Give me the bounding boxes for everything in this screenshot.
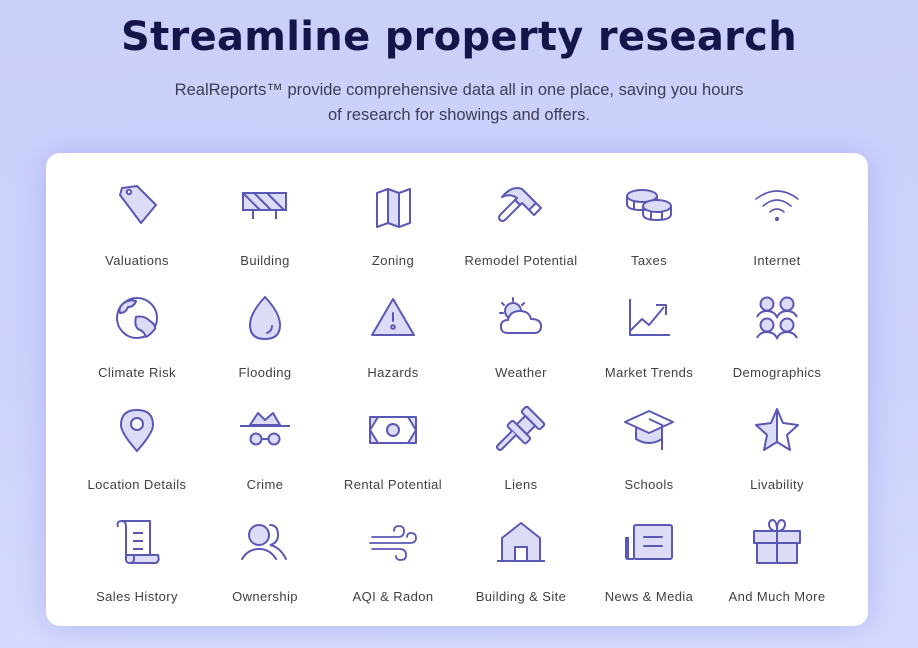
wifi-icon [750, 179, 804, 233]
feature-label: Building [240, 253, 290, 268]
feature-aqi-radon[interactable]: AQI & Radon [329, 507, 457, 619]
feature-label: Hazards [367, 365, 419, 380]
globe-icon [110, 291, 164, 345]
incognito-icon [238, 403, 292, 457]
feature-label: Climate Risk [98, 365, 176, 380]
feature-label: Location Details [87, 477, 187, 492]
feature-label: Market Trends [604, 365, 694, 380]
sun-cloud-icon [494, 291, 548, 345]
feature-crime[interactable]: Crime [201, 395, 329, 507]
feature-label: Livability [750, 477, 804, 492]
warning-triangle-icon [366, 291, 420, 345]
feature-label: AQI & Radon [352, 589, 434, 604]
users-icon [238, 515, 292, 569]
feature-label: Weather [495, 365, 547, 380]
feature-weather[interactable]: Weather [457, 283, 585, 395]
feature-label: Zoning [371, 253, 415, 268]
house-icon [494, 515, 548, 569]
feature-building[interactable]: Building [201, 171, 329, 283]
coins-icon [622, 179, 676, 233]
feature-building-site[interactable]: Building & Site [457, 507, 585, 619]
feature-label: News & Media [604, 589, 694, 604]
page-title: Streamline property research [121, 14, 797, 60]
feature-label: Sales History [96, 589, 178, 604]
feature-flooding[interactable]: Flooding [201, 283, 329, 395]
feature-label: Crime [246, 477, 284, 492]
features-grid: Valuations Building Zoning Remodel Poten… [73, 171, 841, 619]
water-drop-icon [238, 291, 292, 345]
feature-climate-risk[interactable]: Climate Risk [73, 283, 201, 395]
feature-and-much-more[interactable]: And Much More [713, 507, 841, 619]
feature-zoning[interactable]: Zoning [329, 171, 457, 283]
wind-icon [366, 515, 420, 569]
feature-label: Valuations [105, 253, 169, 268]
feature-taxes[interactable]: Taxes [585, 171, 713, 283]
people-group-icon [750, 291, 804, 345]
feature-livability[interactable]: Livability [713, 395, 841, 507]
feature-location-details[interactable]: Location Details [73, 395, 201, 507]
feature-label: Internet [753, 253, 801, 268]
feature-label: Ownership [232, 589, 298, 604]
feature-label: Remodel Potential [464, 253, 578, 268]
feature-rental-potential[interactable]: Rental Potential [329, 395, 457, 507]
feature-ownership[interactable]: Ownership [201, 507, 329, 619]
feature-label: Building & Site [475, 589, 567, 604]
feature-label: Liens [504, 477, 538, 492]
feature-hazards[interactable]: Hazards [329, 283, 457, 395]
feature-schools[interactable]: Schools [585, 395, 713, 507]
feature-label: Schools [624, 477, 674, 492]
star-icon [750, 403, 804, 457]
page-subtitle: RealReports™ provide comprehensive data … [174, 81, 744, 124]
price-tag-icon [110, 179, 164, 233]
graduation-cap-icon [622, 403, 676, 457]
map-pin-icon [110, 403, 164, 457]
feature-label: Flooding [238, 365, 292, 380]
feature-news-media[interactable]: News & Media [585, 507, 713, 619]
feature-label: Taxes [631, 253, 667, 268]
feature-internet[interactable]: Internet [713, 171, 841, 283]
feature-sales-history[interactable]: Sales History [73, 507, 201, 619]
money-bill-icon [366, 403, 420, 457]
feature-remodel-potential[interactable]: Remodel Potential [457, 171, 585, 283]
feature-label: And Much More [728, 589, 826, 604]
feature-label: Rental Potential [343, 477, 443, 492]
features-card: Valuations Building Zoning Remodel Poten… [46, 153, 868, 626]
scroll-icon [110, 515, 164, 569]
feature-liens[interactable]: Liens [457, 395, 585, 507]
hammer-icon [494, 179, 548, 233]
newspaper-icon [622, 515, 676, 569]
trend-chart-icon [622, 291, 676, 345]
gift-icon [750, 515, 804, 569]
feature-valuations[interactable]: Valuations [73, 171, 201, 283]
barricade-icon [238, 179, 292, 233]
feature-label: Demographics [732, 365, 822, 380]
feature-demographics[interactable]: Demographics [713, 283, 841, 395]
folded-map-icon [366, 179, 420, 233]
gavel-icon [494, 403, 548, 457]
feature-market-trends[interactable]: Market Trends [585, 283, 713, 395]
